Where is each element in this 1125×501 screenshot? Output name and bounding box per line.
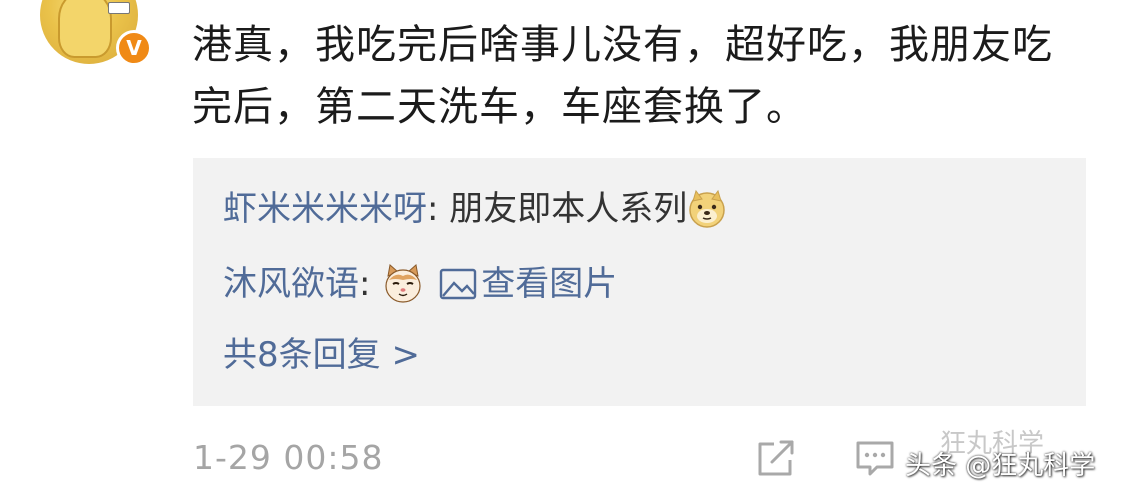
comment-text: 港真，我吃完后啥事儿没有，超好吃，我朋友吃完后，第二天洗车，车座套换了。 bbox=[192, 22, 1053, 130]
doge-emoji-icon bbox=[687, 189, 727, 229]
avatar-figure bbox=[58, 0, 112, 58]
replies-box[interactable]: 虾米米米米呀: 朋友即本人系列 沐风欲语: 查看图片 共8条回复 > bbox=[193, 158, 1086, 406]
reply-username[interactable]: 沐风欲语 bbox=[223, 264, 359, 304]
more-replies-link[interactable]: 共8条回复 > bbox=[223, 333, 420, 377]
verified-badge-icon: V bbox=[116, 30, 152, 66]
comment-icon[interactable] bbox=[853, 436, 897, 480]
comment-timestamp: 1-29 00:58 bbox=[193, 438, 384, 477]
reply-text: 朋友即本人系列 bbox=[449, 189, 688, 229]
reply-item: 虾米米米米呀: 朋友即本人系列 bbox=[223, 187, 727, 231]
cat-emoji-icon bbox=[381, 262, 425, 306]
share-icon[interactable] bbox=[754, 436, 798, 480]
reply-separator: : bbox=[427, 189, 450, 229]
more-replies-label: 共8条回复 > bbox=[223, 335, 420, 375]
reply-username[interactable]: 虾米米米米呀 bbox=[223, 189, 427, 229]
reply-item: 沐风欲语: 查看图片 bbox=[223, 262, 617, 308]
reply-separator: : bbox=[359, 264, 382, 304]
view-image-label: 查看图片 bbox=[481, 264, 618, 304]
watermark: 头条 @狂丸科学 bbox=[905, 451, 1096, 481]
view-image-link[interactable]: 查看图片 bbox=[439, 264, 617, 304]
image-icon bbox=[439, 267, 477, 301]
avatar-tag bbox=[108, 2, 130, 14]
